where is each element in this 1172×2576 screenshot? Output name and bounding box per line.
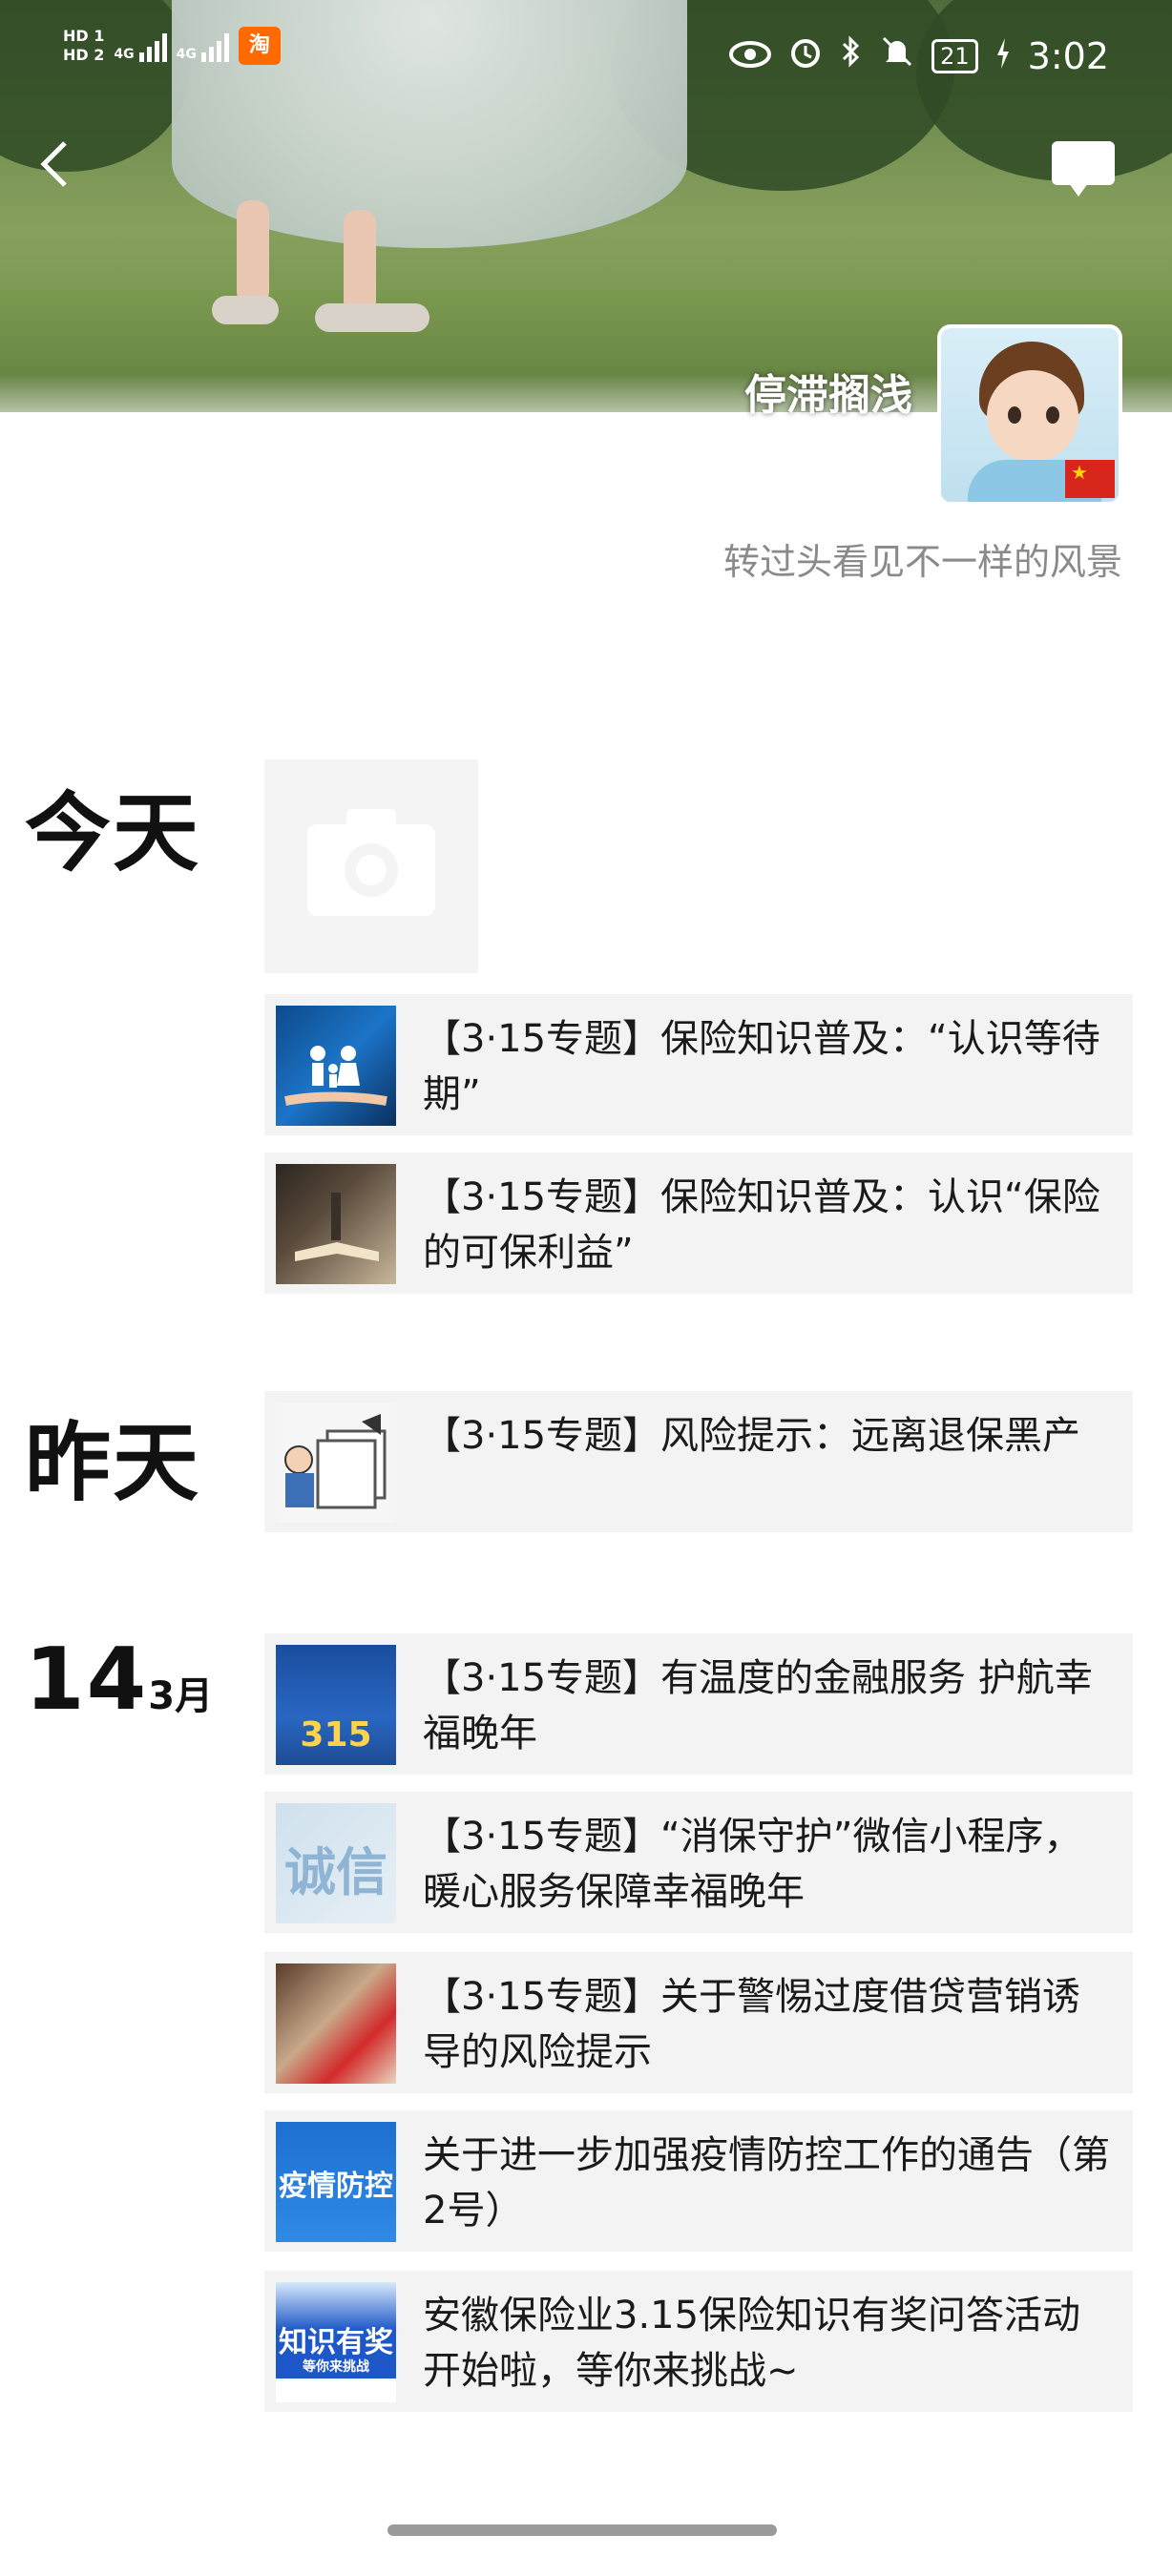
avatar-eye bbox=[1008, 406, 1021, 424]
hd2-label: HD 2 bbox=[63, 46, 105, 64]
battery-indicator: 21 bbox=[931, 38, 978, 73]
avatar-face bbox=[987, 370, 1078, 462]
post-item[interactable]: 【3·15专题】关于警惕过度借贷营销诱导的风险提示 bbox=[264, 1952, 1133, 2093]
comment-button[interactable] bbox=[1052, 141, 1119, 197]
china-flag-icon: ★ bbox=[1065, 460, 1115, 498]
book-icon bbox=[295, 1193, 379, 1261]
network-type-1: 4G bbox=[114, 47, 135, 62]
status-left: HD 1 HD 2 4G 4G 淘 bbox=[63, 27, 281, 65]
profile-signature: 转过头看见不一样的风景 bbox=[722, 541, 1122, 583]
post-thumbnail bbox=[276, 1402, 396, 1523]
status-bar: HD 1 HD 2 4G 4G 淘 21 3:02 bbox=[0, 0, 1172, 114]
post-thumbnail bbox=[276, 1963, 396, 2084]
charging-icon bbox=[995, 35, 1011, 77]
eye-icon bbox=[729, 35, 772, 77]
back-button[interactable] bbox=[36, 135, 84, 198]
thumb-text: 诚信 bbox=[284, 1842, 387, 1902]
alarm-icon bbox=[788, 34, 823, 77]
post-title: 【3·15专题】有温度的金融服务 护航幸福晚年 bbox=[423, 1656, 1093, 1755]
signal-bar bbox=[223, 33, 229, 62]
signal-bar bbox=[216, 41, 221, 62]
shoe bbox=[212, 296, 279, 324]
date-month: 3月 bbox=[148, 1674, 214, 1718]
post-title: 关于进一步加强疫情防控工作的通告（第2号） bbox=[423, 2133, 1110, 2233]
post-item[interactable]: 知识有奖 等你来挑战 安徽保险业3.15保险知识有奖问答活动开始啦，等你来挑战~ bbox=[264, 2271, 1133, 2412]
thumb-text: 知识有奖 bbox=[279, 2326, 393, 2359]
post-thumbnail: 315 bbox=[276, 1645, 396, 1765]
leg bbox=[237, 200, 269, 305]
thumb-text: 315 bbox=[300, 1715, 372, 1755]
post-thumbnail: 知识有奖 等你来挑战 bbox=[276, 2282, 396, 2402]
post-title: 【3·15专题】“消保守护”微信小程序，暖心服务保障幸福晚年 bbox=[423, 1815, 1082, 1914]
leg bbox=[344, 210, 376, 315]
post-item[interactable]: 疫情防控 关于进一步加强疫情防控工作的通告（第2号） bbox=[264, 2110, 1133, 2252]
username[interactable]: 停滞搁浅 bbox=[744, 361, 912, 422]
post-thumbnail bbox=[276, 1164, 396, 1284]
post-title: 【3·15专题】关于警惕过度借贷营销诱导的风险提示 bbox=[423, 1975, 1081, 2074]
hd1-label: HD 1 bbox=[63, 27, 105, 45]
post-thumbnail: 疫情防控 bbox=[276, 2122, 396, 2242]
network-type-2: 4G bbox=[176, 47, 197, 62]
post-title: 安徽保险业3.15保险知识有奖问答活动开始啦，等你来挑战~ bbox=[423, 2294, 1081, 2393]
signal-bar bbox=[154, 41, 159, 62]
shoe bbox=[315, 303, 429, 332]
status-right: 21 3:02 bbox=[729, 34, 1109, 77]
post-item[interactable]: 【3·15专题】保险知识普及：认识“保险的可保利益” bbox=[264, 1153, 1133, 1294]
signal-bar bbox=[200, 52, 206, 62]
camera-lens-inner bbox=[356, 855, 387, 885]
family-icon bbox=[284, 1046, 387, 1106]
documents-icon bbox=[284, 1414, 387, 1509]
signal-bar bbox=[161, 33, 167, 62]
signal-bar bbox=[146, 47, 152, 62]
avatar[interactable]: ★ bbox=[937, 324, 1122, 506]
signal-1: 4G bbox=[114, 30, 167, 62]
avatar-eye bbox=[1046, 406, 1059, 424]
day-label-today: 今天 bbox=[25, 783, 200, 883]
camera-post-button[interactable] bbox=[264, 759, 478, 973]
post-title: 【3·15专题】保险知识普及：认识“保险的可保利益” bbox=[423, 1175, 1100, 1275]
bluetooth-icon bbox=[840, 34, 863, 77]
post-item[interactable]: 【3·15专题】保险知识普及：“认识等待期” bbox=[264, 994, 1133, 1135]
post-title: 【3·15专题】保险知识普及：“认识等待期” bbox=[423, 1017, 1100, 1116]
post-title: 【3·15专题】风险提示：远离退保黑产 bbox=[423, 1414, 1081, 1458]
signal-2: 4G bbox=[177, 30, 229, 62]
hd-indicators: HD 1 HD 2 bbox=[63, 27, 104, 65]
clock: 3:02 bbox=[1027, 34, 1109, 77]
comment-icon bbox=[1052, 141, 1115, 185]
comment-icon-tail bbox=[1069, 183, 1088, 197]
day-label-date: 143月 bbox=[25, 1630, 213, 1730]
taobao-icon: 淘 bbox=[238, 27, 281, 65]
post-item[interactable]: 【3·15专题】风险提示：远离退保黑产 bbox=[264, 1391, 1133, 1532]
post-item[interactable]: 315 【3·15专题】有温度的金融服务 护航幸福晚年 bbox=[264, 1633, 1133, 1775]
day-label-yesterday: 昨天 bbox=[25, 1413, 200, 1513]
back-arrow-icon bbox=[40, 141, 67, 187]
mute-icon bbox=[880, 34, 914, 77]
post-item[interactable]: 诚信 【3·15专题】“消保守护”微信小程序，暖心服务保障幸福晚年 bbox=[264, 1792, 1133, 1933]
thumb-subtext: 等你来挑战 bbox=[303, 2359, 369, 2375]
date-day: 14 bbox=[25, 1630, 149, 1730]
post-thumbnail bbox=[276, 1006, 396, 1126]
thumb-text: 疫情防控 bbox=[279, 2170, 393, 2203]
signal-bar bbox=[208, 47, 214, 62]
home-indicator[interactable] bbox=[387, 2524, 777, 2536]
signal-bar bbox=[138, 52, 144, 62]
post-thumbnail: 诚信 bbox=[276, 1803, 396, 1923]
